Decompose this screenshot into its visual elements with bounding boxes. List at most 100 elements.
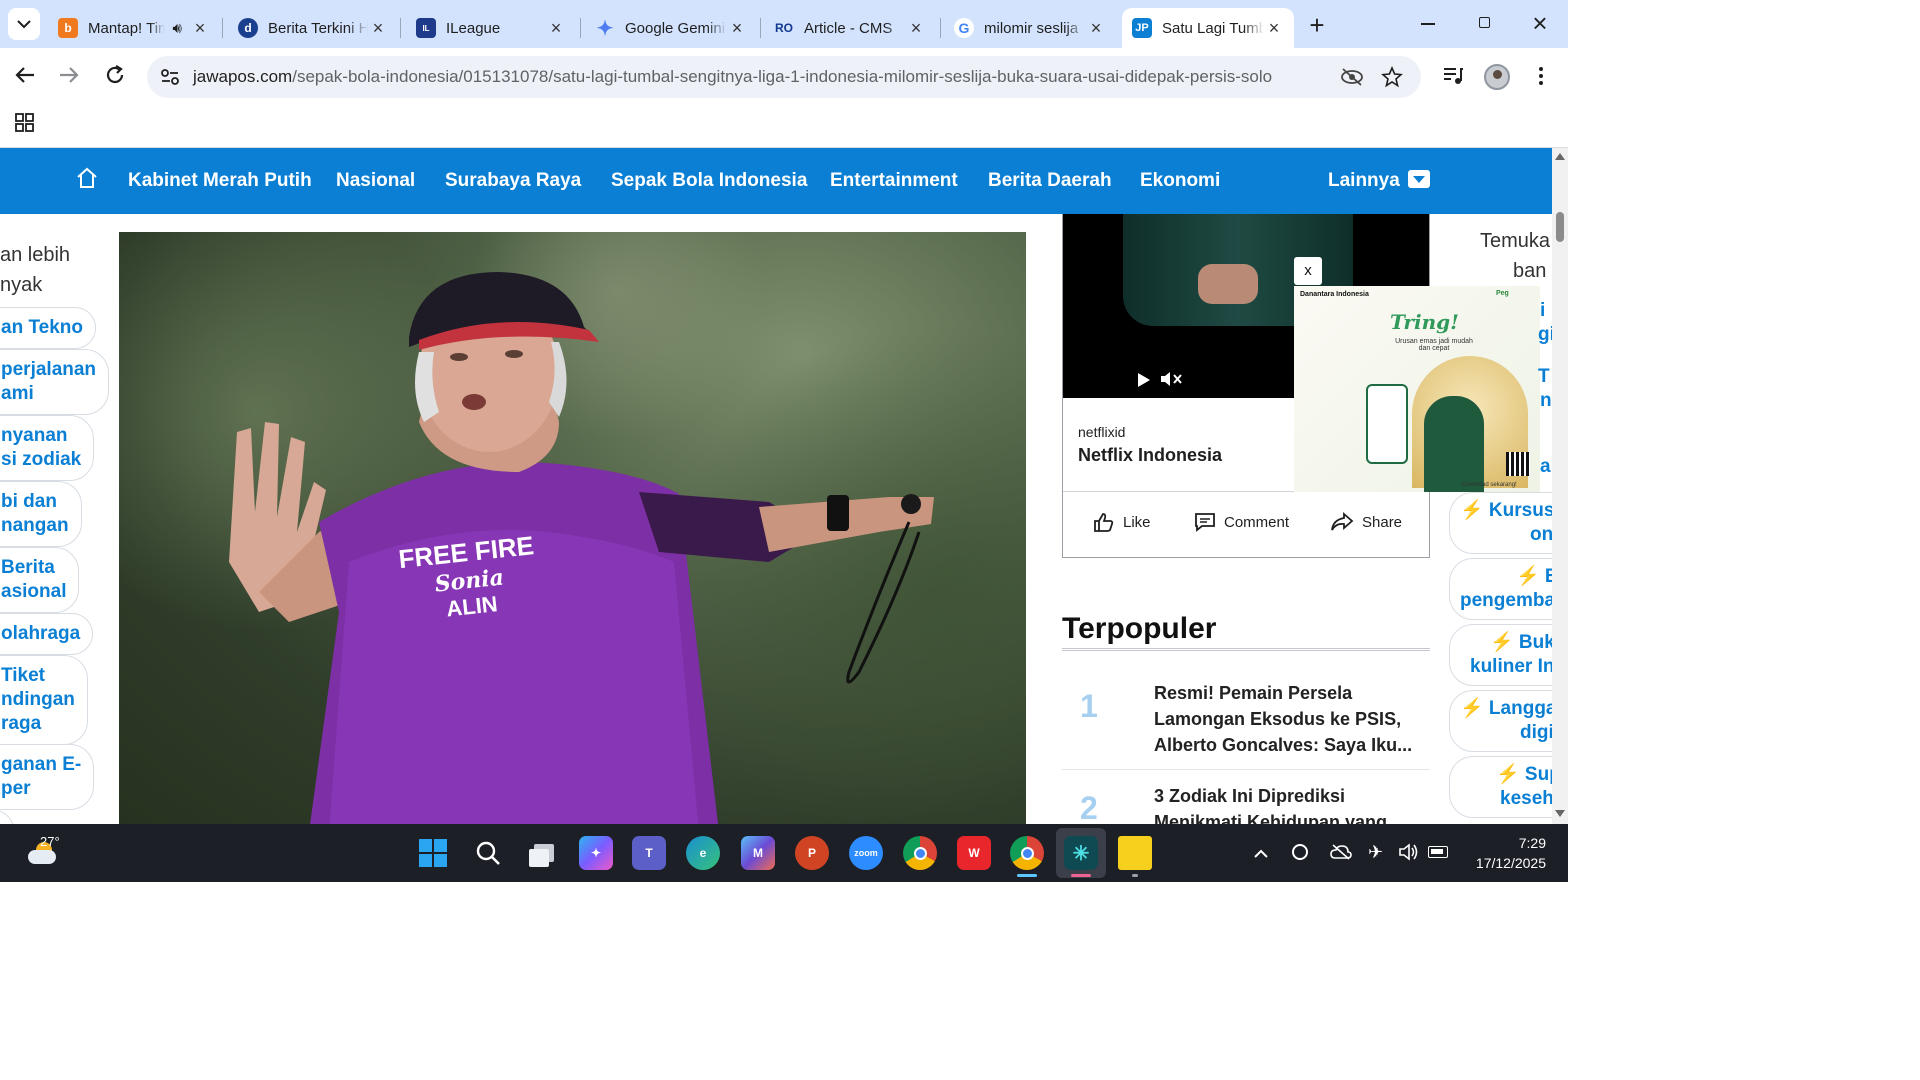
- profile-avatar[interactable]: [1484, 64, 1510, 90]
- topic-pill[interactable]: nyanan si zodiak: [0, 415, 95, 481]
- home-icon[interactable]: [75, 166, 99, 190]
- topic-pill[interactable]: ⚡ Sup keseh: [1449, 756, 1552, 818]
- minimize-button[interactable]: [1414, 12, 1442, 36]
- close-tab-icon[interactable]: ×: [1264, 18, 1284, 39]
- tab-1[interactable]: d Berita Terkini Hari ×: [228, 8, 398, 48]
- restore-button[interactable]: [1470, 12, 1498, 36]
- ad-close-button[interactable]: x: [1294, 257, 1322, 285]
- tab-2[interactable]: IL ILeague ×: [406, 8, 576, 48]
- close-tab-icon[interactable]: ×: [546, 18, 566, 39]
- topic-pill[interactable]: ⚡ Langga digi: [1449, 690, 1552, 752]
- chrome-profile-icon[interactable]: [1010, 836, 1044, 870]
- topic-pill[interactable]: Berita asional: [0, 547, 80, 613]
- ad-cta[interactable]: Download sekarang!: [1462, 482, 1517, 488]
- task-view-icon[interactable]: [526, 836, 560, 870]
- back-button[interactable]: [14, 64, 40, 90]
- tab-6-active[interactable]: JP Satu Lagi Tumbal ×: [1122, 8, 1294, 48]
- topic-pill[interactable]: ⚡ B pengemba: [1449, 558, 1552, 620]
- media-control-icon[interactable]: [1442, 66, 1464, 86]
- play-icon[interactable]: [1137, 372, 1151, 388]
- speaker-icon[interactable]: 🔊︎: [173, 20, 182, 37]
- location-icon[interactable]: [1292, 844, 1308, 860]
- topic-pill[interactable]: ⚡ Buku kuliner In: [1449, 624, 1552, 686]
- teams-icon[interactable]: T: [632, 836, 666, 870]
- nav-more[interactable]: Lainnya: [1328, 170, 1400, 192]
- topic-pill[interactable]: ganan E-per: [0, 744, 95, 810]
- wps-icon[interactable]: W: [957, 836, 991, 870]
- close-window-button[interactable]: ×: [1526, 10, 1554, 38]
- like-button[interactable]: Like: [1093, 512, 1151, 532]
- perplexity-icon[interactable]: ✳: [1064, 836, 1098, 870]
- volume-icon[interactable]: [1398, 842, 1420, 862]
- tab-title: Satu Lagi Tumbal: [1162, 19, 1264, 37]
- video-account-handle[interactable]: netflixid: [1078, 424, 1125, 440]
- comment-button[interactable]: Comment: [1194, 512, 1289, 532]
- scroll-up-arrow[interactable]: [1555, 153, 1565, 160]
- search-icon[interactable]: [471, 836, 505, 870]
- zoom-icon[interactable]: zoom: [849, 836, 883, 870]
- close-tab-icon[interactable]: ×: [727, 18, 747, 39]
- nav-sepak-bola-indonesia[interactable]: Sepak Bola Indonesia: [611, 170, 807, 192]
- url-text[interactable]: jawapos.com/sepak-bola-indonesia/0151310…: [193, 67, 1272, 87]
- share-button[interactable]: Share: [1330, 512, 1402, 532]
- pill-text: an Tekno: [1, 317, 83, 338]
- airplane-mode-icon[interactable]: ✈: [1368, 842, 1388, 862]
- close-tab-icon[interactable]: ×: [368, 18, 388, 39]
- tab-4[interactable]: RO Article - CMS ×: [764, 8, 936, 48]
- show-hidden-icons-chevron-up-icon[interactable]: [1254, 846, 1268, 860]
- nav-ekonomi[interactable]: Ekonomi: [1140, 170, 1220, 192]
- topic-pill[interactable]: [0, 810, 14, 824]
- muted-speaker-icon[interactable]: [1159, 369, 1183, 389]
- tab-5[interactable]: G milomir seslija ×: [944, 8, 1116, 48]
- topic-pill[interactable]: an Tekno: [0, 307, 96, 349]
- nav-surabaya-raya[interactable]: Surabaya Raya: [445, 170, 581, 192]
- site-info-icon[interactable]: [160, 68, 180, 86]
- m365-icon[interactable]: M: [741, 836, 775, 870]
- nav-kabinet-merah-putih[interactable]: Kabinet Merah Putih: [128, 170, 312, 192]
- floating-ad[interactable]: Danantara Indonesia Peg Tring! Urusan em…: [1294, 286, 1540, 492]
- copilot-icon[interactable]: ✦: [579, 836, 613, 870]
- tab-3[interactable]: ✦ Google Gemini ×: [585, 8, 757, 48]
- topic-pill[interactable]: perjalanan ami: [0, 349, 110, 415]
- forward-button[interactable]: [58, 64, 84, 90]
- popular-headline[interactable]: 3 Zodiak Ini Diprediksi Menikmati Kehidu…: [1154, 783, 1424, 824]
- popular-headline[interactable]: Resmi! Pemain Persela Lamongan Eksodus k…: [1154, 680, 1424, 758]
- edge-icon[interactable]: e: [686, 836, 720, 870]
- topic-pill[interactable]: olahraga: [0, 613, 94, 655]
- clock[interactable]: 7:29 17/12/2025: [1460, 833, 1546, 873]
- apps-grid-icon[interactable]: [15, 113, 35, 133]
- sticky-notes-icon[interactable]: [1118, 836, 1152, 870]
- address-bar[interactable]: jawapos.com/sepak-bola-indonesia/0151310…: [147, 56, 1421, 98]
- topic-pill[interactable]: ⚡ Kursus onli: [1449, 492, 1552, 554]
- new-tab-button[interactable]: +: [1303, 12, 1331, 40]
- powerpoint-icon[interactable]: P: [795, 836, 829, 870]
- weather-widget[interactable]: 27°: [26, 834, 66, 870]
- topic-pill[interactable]: Tiket ndingan raga: [0, 655, 88, 745]
- close-tab-icon[interactable]: ×: [1086, 18, 1106, 39]
- battery-icon[interactable]: [1428, 846, 1448, 858]
- scroll-down-arrow[interactable]: [1555, 810, 1565, 817]
- cloud-off-icon[interactable]: [1330, 844, 1352, 860]
- tab-0[interactable]: b Mantap! Timnas 🔊︎ ×: [48, 8, 220, 48]
- reload-icon: [106, 65, 124, 84]
- eye-slash-icon[interactable]: [1340, 67, 1364, 87]
- close-tab-icon[interactable]: ×: [190, 18, 210, 39]
- nav-nasional[interactable]: Nasional: [336, 170, 415, 192]
- nav-berita-daerah[interactable]: Berita Daerah: [988, 170, 1112, 192]
- star-icon[interactable]: [1381, 66, 1403, 88]
- video-account-name[interactable]: Netflix Indonesia: [1078, 445, 1222, 466]
- nav-entertainment[interactable]: Entertainment: [830, 170, 958, 192]
- close-tab-icon[interactable]: ×: [906, 18, 926, 39]
- caret-down-icon[interactable]: [1408, 170, 1430, 188]
- page-scrollbar[interactable]: [1552, 148, 1568, 824]
- browser-menu-button[interactable]: [1534, 64, 1548, 88]
- tab-search-button[interactable]: [8, 8, 40, 40]
- popular-item[interactable]: 2 3 Zodiak Ini Diprediksi Menikmati Kehi…: [1062, 770, 1430, 824]
- reload-button[interactable]: [104, 64, 130, 90]
- temperature: 27°: [40, 834, 60, 849]
- popular-item[interactable]: 1 Resmi! Pemain Persela Lamongan Eksodus…: [1062, 666, 1430, 770]
- topic-pill[interactable]: bi dan nangan: [0, 481, 82, 547]
- scroll-thumb[interactable]: [1556, 212, 1564, 242]
- chrome-icon[interactable]: [903, 836, 937, 870]
- windows-start-icon[interactable]: [416, 836, 450, 870]
